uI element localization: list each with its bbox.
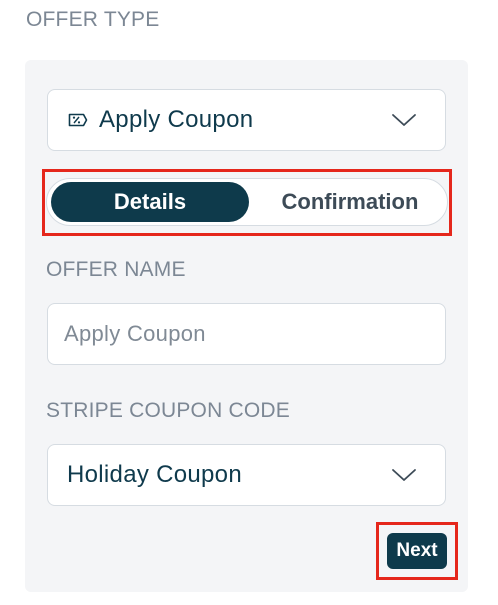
- stripe-coupon-value: Holiday Coupon: [67, 461, 242, 488]
- tab-confirmation[interactable]: Confirmation: [257, 182, 443, 222]
- stripe-coupon-select[interactable]: Holiday Coupon: [47, 444, 446, 506]
- offer-type-select[interactable]: Apply Coupon: [47, 89, 446, 151]
- step-tabs: Details Confirmation: [46, 178, 448, 226]
- stripe-coupon-code-label: STRIPE COUPON CODE: [46, 399, 290, 422]
- offer-type-value: Apply Coupon: [99, 106, 254, 133]
- offer-name-input[interactable]: [47, 303, 446, 365]
- chevron-down-icon: [392, 114, 416, 126]
- chevron-down-icon: [392, 469, 416, 481]
- next-button[interactable]: Next: [387, 533, 447, 569]
- offer-type-heading: OFFER TYPE: [26, 8, 160, 31]
- offer-form-panel: Apply Coupon Details Confirmation OFFER …: [25, 60, 468, 592]
- offer-name-label: OFFER NAME: [46, 258, 186, 281]
- tab-details[interactable]: Details: [51, 182, 249, 222]
- coupon-tag-icon: [68, 113, 88, 127]
